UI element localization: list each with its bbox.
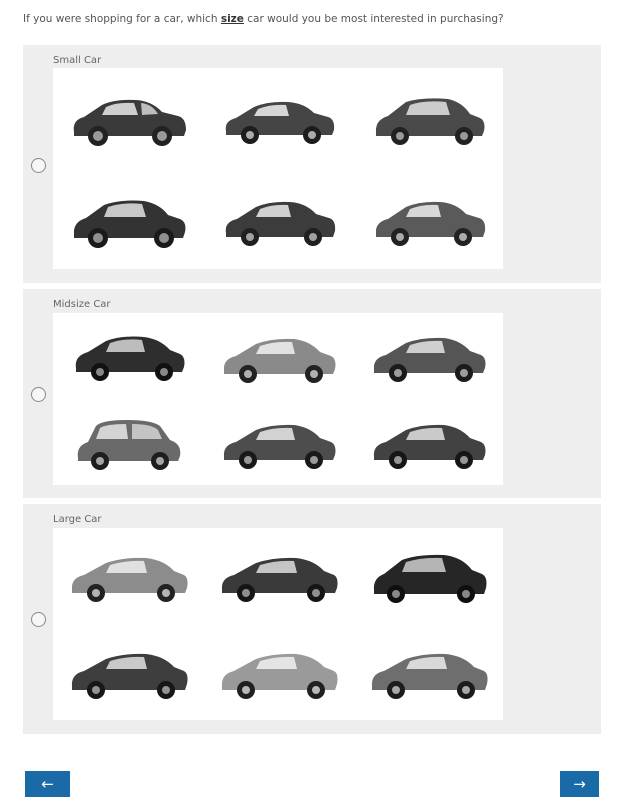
- question-prefix: If you were shopping for a car, which: [23, 13, 221, 25]
- option-label-small-car: Small Car: [53, 55, 102, 66]
- car-image: [53, 399, 203, 485]
- car-image: [203, 169, 353, 270]
- option-large-car[interactable]: Large Car: [23, 504, 601, 734]
- car-photo-icon: [73, 100, 186, 147]
- question-text: If you were shopping for a car, which si…: [23, 12, 603, 26]
- option-label-large-car: Large Car: [53, 514, 102, 525]
- car-photo-icon: [375, 98, 484, 146]
- car-photo-icon: [71, 653, 188, 699]
- question-emphasis: size: [220, 13, 244, 25]
- car-image: [203, 68, 353, 169]
- car-photo-icon: [77, 420, 180, 470]
- car-image: [53, 624, 203, 720]
- option-small-car[interactable]: Small Car: [23, 45, 601, 283]
- radio-midsize-car[interactable]: [31, 387, 46, 402]
- car-image: [53, 169, 203, 270]
- car-photo-icon: [221, 653, 338, 699]
- car-image: [353, 624, 503, 720]
- car-photo-icon: [375, 201, 485, 246]
- car-image: [353, 528, 503, 624]
- radio-large-car[interactable]: [31, 612, 46, 627]
- car-photo-icon: [75, 336, 184, 381]
- car-image: [53, 313, 203, 399]
- car-image: [203, 528, 353, 624]
- car-photo-icon: [225, 201, 335, 246]
- car-image: [353, 313, 503, 399]
- image-grid-small-car: [53, 68, 503, 269]
- car-photo-icon: [373, 424, 485, 469]
- back-button[interactable]: ←: [25, 771, 70, 797]
- car-photo-icon: [223, 338, 335, 383]
- car-photo-icon: [73, 200, 185, 248]
- image-grid-large-car: [53, 528, 503, 720]
- car-image: [353, 68, 503, 169]
- car-image: [203, 624, 353, 720]
- car-image: [53, 68, 203, 169]
- car-image: [203, 399, 353, 485]
- car-image: [353, 399, 503, 485]
- option-midsize-car[interactable]: Midsize Car: [23, 289, 601, 498]
- radio-small-car[interactable]: [31, 158, 46, 173]
- image-grid-midsize-car: [53, 313, 503, 485]
- car-image: [353, 169, 503, 270]
- question-suffix: car would you be most interested in purc…: [243, 13, 504, 25]
- car-photo-icon: [373, 554, 486, 603]
- car-photo-icon: [371, 653, 488, 699]
- next-button[interactable]: →: [560, 771, 599, 797]
- car-image: [203, 313, 353, 399]
- car-photo-icon: [221, 557, 338, 602]
- car-photo-icon: [71, 557, 188, 602]
- car-photo-icon: [225, 102, 334, 145]
- car-photo-icon: [373, 337, 485, 382]
- car-image: [53, 528, 203, 624]
- car-photo-icon: [223, 424, 335, 469]
- option-label-midsize-car: Midsize Car: [53, 299, 111, 310]
